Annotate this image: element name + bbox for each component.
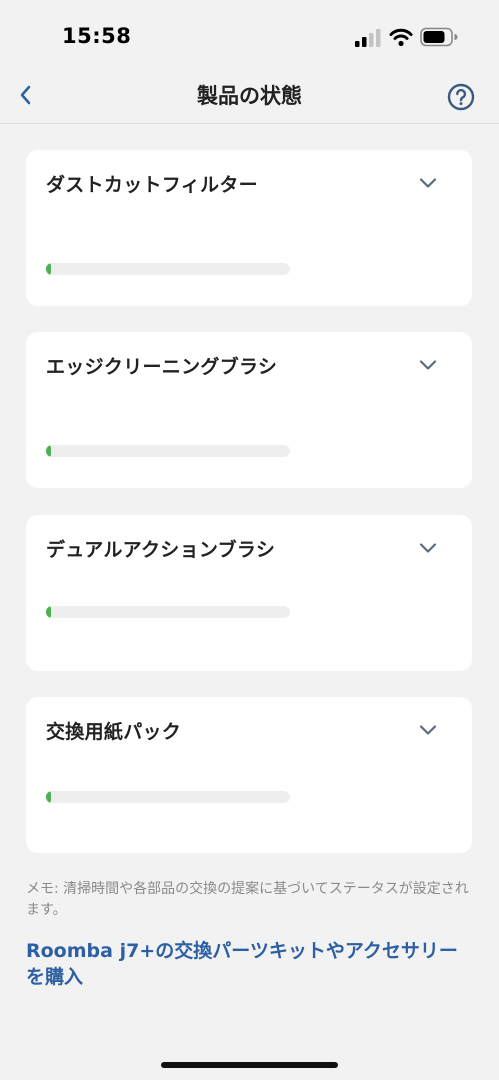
card-title: デュアルアクションブラシ bbox=[46, 539, 276, 561]
chevron-down-icon bbox=[419, 178, 437, 188]
card-title: 交換用紙パック bbox=[46, 721, 182, 743]
progress-fill bbox=[46, 445, 51, 457]
battery-icon bbox=[420, 27, 458, 47]
status-bar: 15:58 bbox=[0, 0, 499, 68]
chevron-down-icon bbox=[419, 360, 437, 370]
part-life-progress bbox=[46, 263, 290, 275]
status-time: 15:58 bbox=[62, 24, 132, 48]
chevron-down-icon bbox=[419, 725, 437, 735]
nav-bar: 製品の状態 bbox=[0, 68, 499, 124]
expand-button[interactable] bbox=[412, 350, 444, 380]
expand-button[interactable] bbox=[412, 168, 444, 198]
part-life-progress bbox=[46, 445, 290, 457]
part-card-edge-brush[interactable]: エッジクリーニングブラシ bbox=[26, 332, 472, 488]
part-life-progress bbox=[46, 606, 290, 618]
expand-button[interactable] bbox=[412, 533, 444, 563]
page-title: 製品の状態 bbox=[197, 84, 302, 108]
help-button[interactable] bbox=[445, 81, 477, 113]
part-life-progress bbox=[46, 791, 290, 803]
cellular-signal-icon bbox=[355, 29, 381, 47]
question-circle-icon bbox=[447, 83, 475, 111]
part-card-dual-action-brush[interactable]: デュアルアクションブラシ bbox=[26, 515, 472, 671]
part-card-paper-bag[interactable]: 交換用紙パック bbox=[26, 697, 472, 853]
part-card-dust-filter[interactable]: ダストカットフィルター bbox=[26, 150, 472, 306]
chevron-down-icon bbox=[419, 543, 437, 553]
progress-fill bbox=[46, 263, 51, 275]
status-memo: メモ: 清掃時間や各部品の交換の提案に基づいてステータスが設定されます。 bbox=[26, 881, 469, 918]
card-title: エッジクリーニングブラシ bbox=[46, 356, 278, 378]
expand-button[interactable] bbox=[412, 715, 444, 745]
purchase-parts-link[interactable]: Roomba j7+の交換パーツキットやアクセサリーを購入 bbox=[26, 938, 476, 990]
card-title: ダストカットフィルター bbox=[46, 174, 258, 196]
progress-fill bbox=[46, 606, 51, 618]
wifi-icon bbox=[389, 28, 413, 47]
progress-fill bbox=[46, 791, 51, 803]
home-indicator bbox=[161, 1062, 338, 1068]
